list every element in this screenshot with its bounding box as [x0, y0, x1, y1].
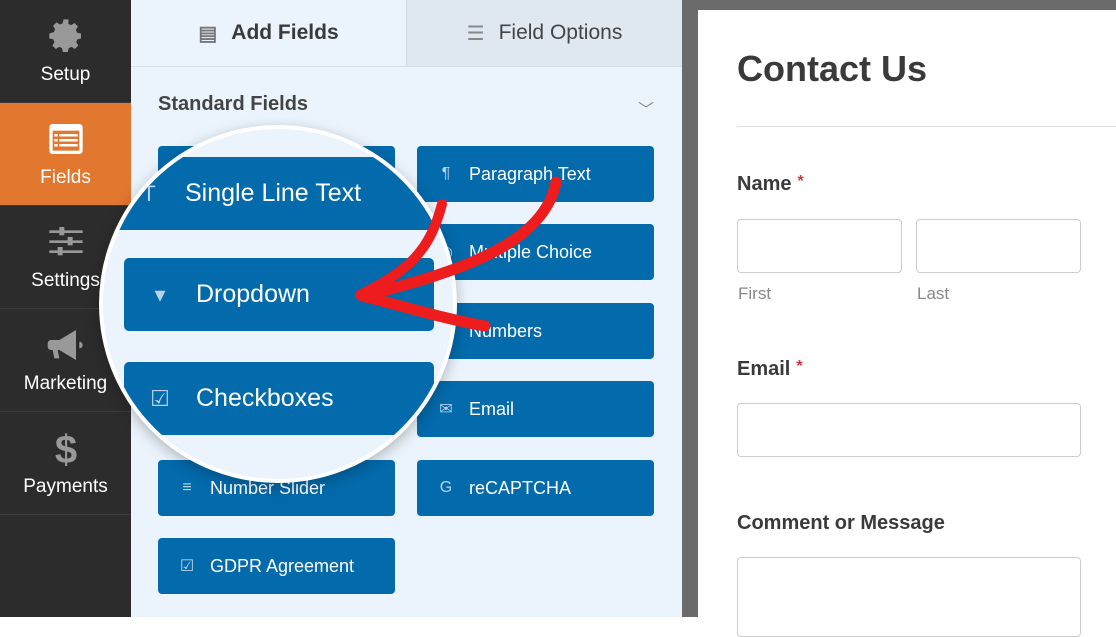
- svg-text:$: $: [54, 428, 76, 468]
- email-input[interactable]: [737, 403, 1081, 457]
- chevron-down-icon[interactable]: ﹀: [638, 96, 654, 120]
- divider: [682, 0, 698, 617]
- field-button-email[interactable]: ✉ Email: [417, 381, 654, 437]
- field-icon: ≡: [182, 479, 192, 496]
- list-form-icon: [48, 124, 83, 154]
- field-icon: ✉: [439, 401, 453, 418]
- divider: [737, 126, 1116, 127]
- field-icon: ☑: [179, 558, 195, 575]
- comment-textarea[interactable]: [737, 557, 1081, 637]
- frame-bar: [698, 0, 1116, 10]
- form-list-icon: ▤: [198, 22, 218, 45]
- field-button-recaptcha[interactable]: GreCAPTCHA: [417, 460, 654, 516]
- sidebar-item-label: Marketing: [23, 373, 108, 394]
- first-sublabel: First: [738, 284, 772, 303]
- last-name-input[interactable]: [916, 219, 1081, 273]
- sidebar-item-label: Setup: [40, 64, 91, 85]
- form-preview: Contact Us Name * First Last Email * Comme…: [698, 10, 1116, 637]
- checkbox-icon: ☑: [150, 385, 170, 411]
- first-name-input[interactable]: [737, 219, 902, 273]
- email-label: Email *: [737, 358, 803, 380]
- comment-label: Comment or Message: [737, 512, 945, 534]
- sliders-icon: [48, 227, 83, 256]
- tab-field-options[interactable]: ☰ Field Options: [406, 0, 682, 66]
- dropdown-icon: ▾: [154, 281, 166, 307]
- gear-icon: [48, 19, 81, 53]
- megaphone-icon: [47, 330, 83, 360]
- section-heading: Standard Fields: [158, 93, 309, 115]
- last-sublabel: Last: [917, 284, 950, 303]
- sidebar-item-setup[interactable]: Setup: [0, 0, 131, 103]
- sliders-icon: ☰: [466, 22, 485, 45]
- field-button-dropdown[interactable]: ▾Dropdown: [124, 258, 434, 331]
- sidebar-item-label: Fields: [40, 167, 91, 188]
- field-button-single-line-text[interactable]: TSingle Line Text: [103, 157, 453, 230]
- sidebar-item-label: Payments: [23, 476, 108, 497]
- field-button-checkboxes[interactable]: ☑Checkboxes: [124, 362, 434, 435]
- text-icon: T: [142, 180, 156, 206]
- field-icon: G: [439, 479, 453, 496]
- name-label: Name *: [737, 173, 804, 195]
- sidebar-item-payments[interactable]: $ Payments: [0, 412, 131, 515]
- magnifier-callout: T Single Line Text ▾ Dropdown ☑ Checkboxes: [99, 125, 457, 483]
- dollar-icon: $: [54, 428, 76, 468]
- form-title: Contact Us: [737, 48, 928, 89]
- sidebar-item-label: Settings: [31, 270, 100, 291]
- tab-add-fields[interactable]: ▤ Add Fields: [131, 0, 406, 66]
- field-button-gdpr-agreement[interactable]: ☑ GDPR Agreement: [158, 538, 395, 594]
